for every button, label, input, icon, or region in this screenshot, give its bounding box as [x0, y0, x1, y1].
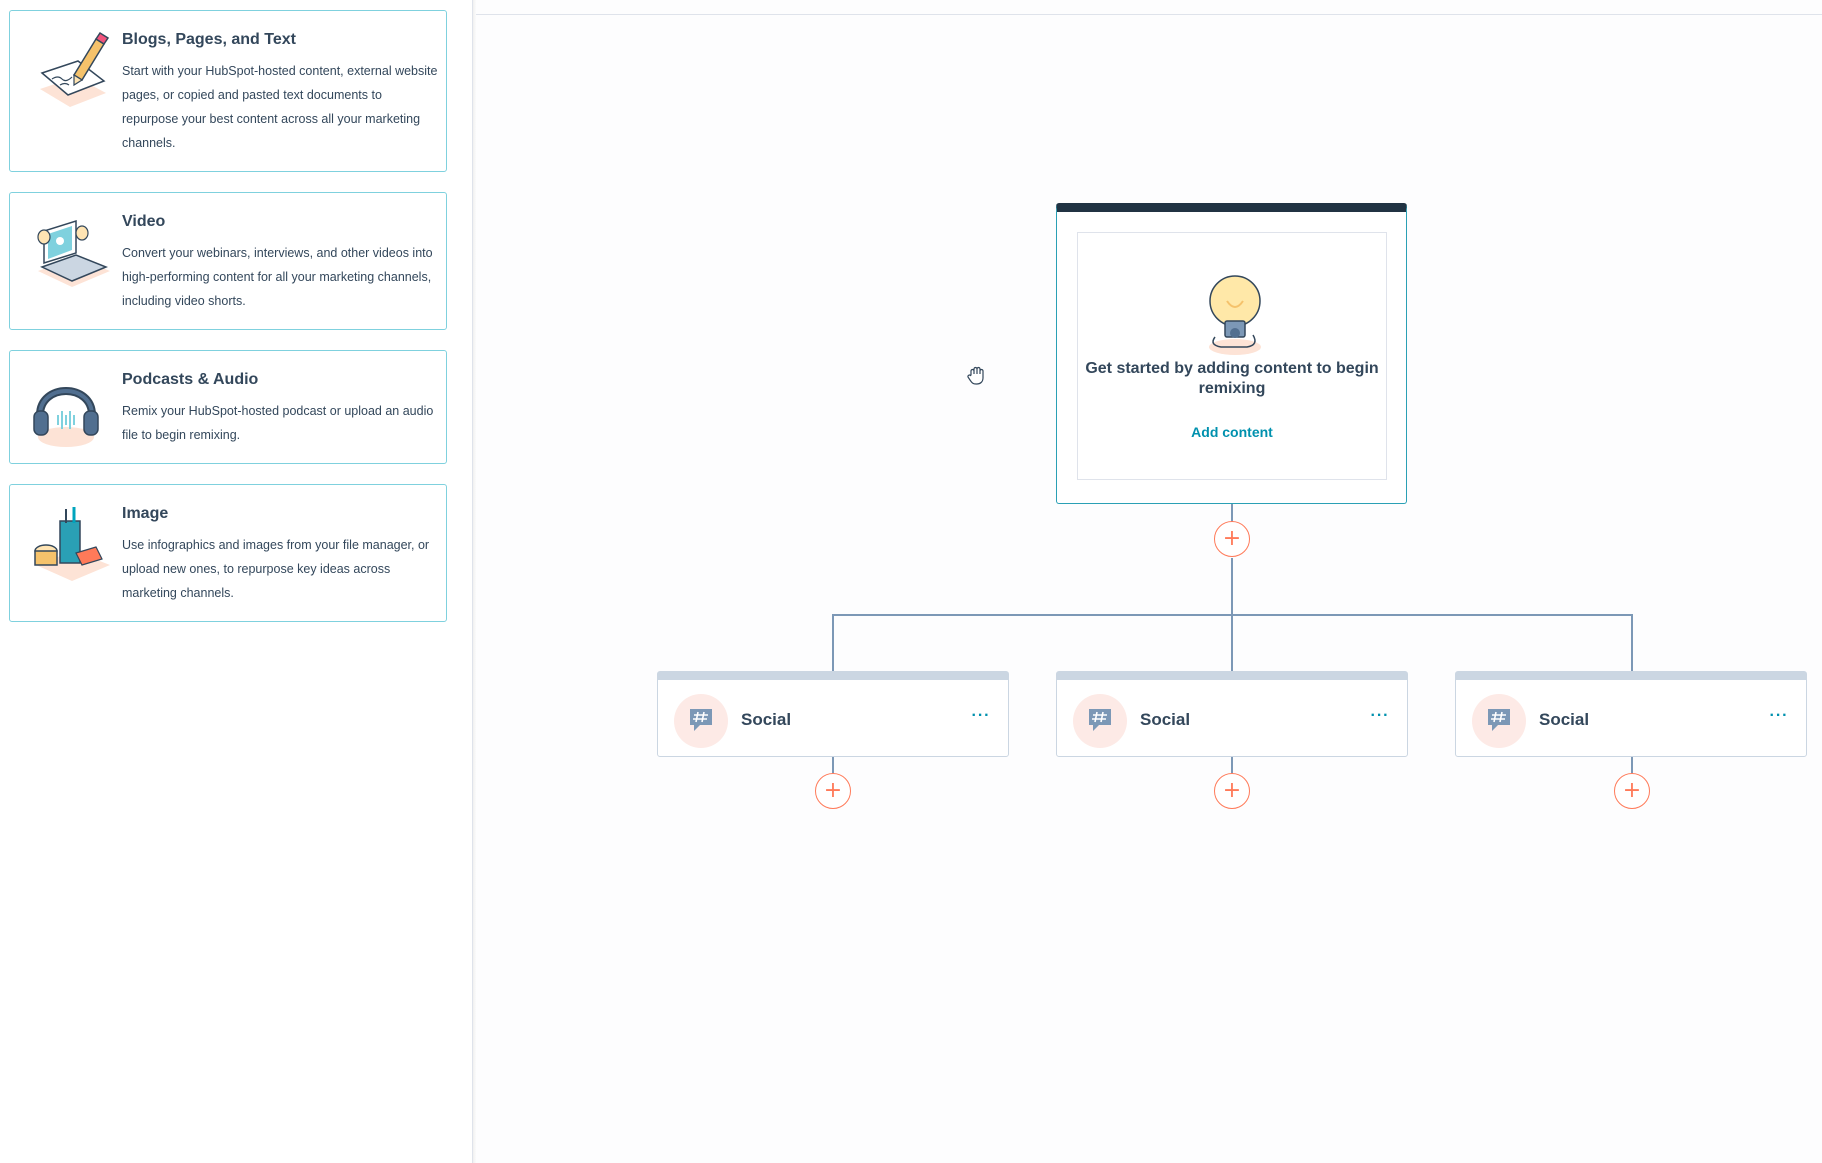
connector-line	[1631, 757, 1633, 773]
laptop-video-icon	[37, 219, 110, 287]
social-icon-badge	[1472, 694, 1526, 748]
plus-icon: +	[1222, 526, 1242, 551]
content-type-card-blogs[interactable]: Blogs, Pages, and Text Start with your H…	[9, 10, 447, 172]
card-title: Blogs, Pages, and Text	[122, 31, 296, 48]
card-description: Use infographics and images from your fi…	[122, 538, 430, 600]
toolbar-divider	[476, 14, 1822, 15]
add-output-button[interactable]: +	[1614, 773, 1650, 809]
social-icon-badge	[674, 694, 728, 748]
add-output-button[interactable]: +	[1214, 521, 1250, 557]
social-hashtag-icon	[690, 709, 712, 731]
source-content-card: Get started by adding content to begin r…	[1056, 203, 1407, 504]
connector-line	[1231, 757, 1233, 773]
social-output-card[interactable]: Social ···	[1455, 671, 1807, 757]
plus-icon: +	[823, 778, 843, 803]
connector-line	[832, 614, 1633, 616]
plus-icon: +	[1222, 778, 1242, 803]
more-options-icon[interactable]: ···	[968, 704, 994, 728]
plus-icon: +	[1622, 778, 1642, 803]
card-description: Remix your HubSpot-hosted podcast or upl…	[122, 404, 434, 442]
output-label: Social	[741, 710, 792, 729]
social-hashtag-icon	[1089, 709, 1111, 731]
connector-line	[1631, 614, 1633, 671]
art-supplies-icon	[34, 507, 110, 581]
content-type-card-podcasts[interactable]: Podcasts & Audio Remix your HubSpot-host…	[9, 350, 447, 464]
card-description: Convert your webinars, interviews, and o…	[122, 246, 433, 308]
content-type-card-video[interactable]: Video Convert your webinars, interviews,…	[9, 192, 447, 330]
add-content-link[interactable]: Add content	[1078, 424, 1386, 440]
lightbulb-icon	[1209, 275, 1261, 355]
social-output-card[interactable]: Social ···	[657, 671, 1009, 757]
grab-cursor-icon	[967, 366, 984, 385]
output-label: Social	[1140, 710, 1191, 729]
connector-line	[832, 757, 834, 773]
empty-state-title: Get started by adding content to begin r…	[1085, 360, 1379, 397]
content-type-card-image[interactable]: Image Use infographics and images from y…	[9, 484, 447, 622]
card-title: Podcasts & Audio	[122, 371, 259, 388]
output-label: Social	[1539, 710, 1590, 729]
card-description: Start with your HubSpot-hosted content, …	[122, 64, 438, 150]
add-output-button[interactable]: +	[1214, 773, 1250, 809]
content-type-panel: Blogs, Pages, and Text Start with your H…	[0, 0, 477, 1163]
card-title: Video	[122, 213, 166, 230]
card-title: Image	[122, 505, 169, 522]
headphones-icon	[33, 387, 99, 447]
add-output-button[interactable]: +	[815, 773, 851, 809]
social-hashtag-icon	[1488, 709, 1510, 731]
remix-canvas[interactable]	[476, 0, 1822, 1163]
connector-line	[832, 614, 834, 671]
more-options-icon[interactable]: ···	[1766, 704, 1792, 728]
social-icon-badge	[1073, 694, 1127, 748]
social-output-card[interactable]: Social ···	[1056, 671, 1408, 757]
empty-state: Get started by adding content to begin r…	[1077, 232, 1387, 480]
pencil-document-icon	[40, 31, 110, 107]
more-options-icon[interactable]: ···	[1367, 704, 1393, 728]
